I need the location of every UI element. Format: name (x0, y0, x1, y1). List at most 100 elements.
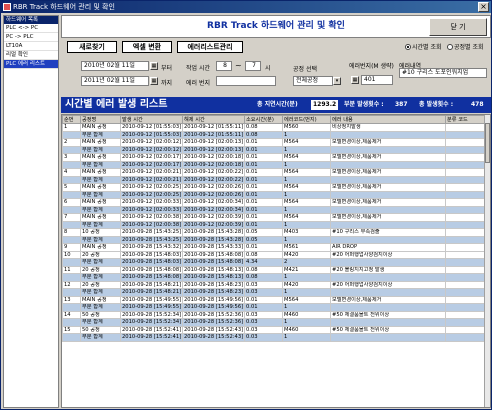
subtotal-row[interactable]: 부분 합계 2010-09-28 [15:48:21] 2010-09-28 [15… (62, 288, 486, 297)
table-cell: 0.01 (244, 183, 283, 192)
subtotal-row[interactable]: 부분 합계 2010-09-12 [02:00:25] 2010-09-12 [02… (62, 190, 486, 199)
table-cell: 0.01 (244, 190, 283, 199)
column-header[interactable]: 순번 (62, 115, 81, 124)
table-cell: M564 (282, 295, 331, 304)
table-cell: 모델변경이상,제품제거 (330, 153, 446, 162)
subtotal-row[interactable]: 부분 합계 2010-09-12 [02:00:21] 2010-09-12 [02… (62, 175, 486, 184)
work-time-to-field[interactable]: 7 (245, 61, 261, 71)
excel-export-button[interactable]: 엑셀 변환 (122, 41, 172, 53)
subtotal-row[interactable]: 부분 합계 2010-09-28 [15:48:08] 2010-09-28 [15… (62, 273, 486, 282)
error-table[interactable]: 순번 공정명 발생 시간 해제 시간 소요시간(분) 에러코드(번지) 에러 내용 분류 코드… (61, 114, 491, 408)
table-row[interactable]: 9 MAIN 공정 2010-09-28 [15:43:32] 2010-09-28 … (62, 243, 486, 252)
table-row[interactable]: 12 20 공정 2010-09-28 [15:48:21] 2010-09-28 [… (62, 280, 486, 289)
table-cell: 2010-09-28 [15:49:56] (182, 295, 245, 304)
table-cell: #50 체결품몰트 전위이상 (330, 325, 446, 334)
table-cell (445, 138, 486, 147)
column-header[interactable]: 에러 내용 (330, 115, 446, 124)
table-cell: 1 (282, 288, 331, 297)
table-cell (62, 318, 81, 327)
table-row[interactable]: 3 MAIN 공정 2010-09-12 [02:00:17] 2010-09-12 … (62, 153, 486, 162)
sidebar-item-plc-pc[interactable]: PLC <-> PC (4, 24, 58, 33)
sidebar-item-lt10a[interactable]: LT10A (4, 42, 58, 51)
column-header[interactable]: 발생 시간 (120, 115, 183, 124)
subtotal-row[interactable]: 부분 합계 2010-09-12 [02:00:12] 2010-09-12 [02… (62, 145, 486, 154)
refresh-button[interactable]: 새로찾기 (67, 41, 117, 53)
table-cell: 1 (282, 145, 331, 154)
table-cell: 부분 합계 (80, 258, 121, 267)
column-header[interactable]: 해제 시간 (182, 115, 245, 124)
sidebar-item-pc-plc[interactable]: PC -> PLC (4, 33, 58, 42)
table-cell: 4.34 (244, 258, 283, 267)
error-content-field[interactable]: #10 구리스 도포인워치업 (399, 68, 487, 78)
subtotal-row[interactable]: 부분 합계 2010-09-12 [02:00:38] 2010-09-12 [02… (62, 220, 486, 229)
table-cell: 2010-09-12 [02:00:17] (120, 160, 183, 169)
end-date-calendar-icon[interactable]: ▦ (150, 77, 158, 85)
subtotal-row[interactable]: 부분 합계 2010-09-12 [02:00:33] 2010-09-12 [02… (62, 205, 486, 214)
filter-panel: 2010년 02월 11일 ▦ 부터 2011년 02월 11일 ▦ 까지 작업… (61, 56, 491, 96)
page-title: RBR Track 하드웨어 관리 및 확인 (207, 21, 345, 31)
table-cell: 2010-09-28 [15:52:43] (182, 325, 245, 334)
table-row[interactable]: 7 MAIN 공정 2010-09-12 [02:00:38] 2010-09-12 … (62, 213, 486, 222)
column-header[interactable]: 에러코드(번지) (282, 115, 331, 124)
chevron-down-icon[interactable]: ▾ (333, 77, 341, 85)
vertical-scrollbar[interactable] (484, 115, 490, 407)
table-cell: 4 (62, 168, 81, 177)
table-cell: M564 (282, 168, 331, 177)
table-row[interactable]: 5 MAIN 공정 2010-09-12 [02:00:25] 2010-09-12 … (62, 183, 486, 192)
subtotal-row[interactable]: 부분 합계 2010-09-12 [02:00:17] 2010-09-12 [02… (62, 160, 486, 169)
address-search-icon[interactable]: ▦ (351, 76, 359, 84)
radio-process-view[interactable]: 공정별 조회 (447, 42, 484, 51)
window-close-button[interactable]: × (478, 2, 489, 12)
table-cell: 0.01 (244, 205, 283, 214)
error-address-field[interactable]: 401 (361, 75, 393, 85)
column-header[interactable]: 공정명 (80, 115, 121, 124)
table-row[interactable]: 13 MAIN 공정 2010-09-28 [15:49:55] 2010-09-28… (62, 295, 486, 304)
subtotal-row[interactable]: 부분 합계 2010-09-12 [01:55:03] 2010-09-12 [01… (62, 130, 486, 139)
table-cell (62, 145, 81, 154)
radio-time-view[interactable]: 시간별 조회 (405, 42, 442, 51)
table-cell: 2010-09-12 [02:00:18] (182, 153, 245, 162)
table-cell: MAIN 공정 (80, 198, 121, 207)
error-code-field[interactable] (216, 76, 276, 86)
work-time-from-field[interactable]: 8 (216, 61, 232, 71)
table-cell: M564 (282, 183, 331, 192)
sidebar-item-plc-error-list[interactable]: PLC 에러 리스트 (4, 60, 58, 69)
end-date-field[interactable]: 2011년 02월 11일 (81, 76, 149, 86)
subtotal-row[interactable]: 부분 합계 2010-09-28 [15:52:41] 2010-09-28 [15… (62, 333, 486, 342)
table-cell: M420 (282, 280, 331, 289)
table-cell: MAIN 공정 (80, 138, 121, 147)
table-cell: 모델변경이상,제품제거 (330, 198, 446, 207)
table-cell (445, 153, 486, 162)
table-row[interactable]: 11 20 공정 2010-09-28 [15:48:08] 2010-09-28 [… (62, 265, 486, 274)
table-row[interactable]: 14 50 공정 2010-09-28 [15:52:34] 2010-09-28 [… (62, 310, 486, 319)
table-row[interactable]: 1 MAIN 공정 2010-09-12 [01:55:03] 2010-09-12 … (62, 123, 486, 132)
table-row[interactable]: 2 MAIN 공정 2010-09-12 [02:00:12] 2010-09-12 … (62, 138, 486, 147)
table-row[interactable]: 4 MAIN 공정 2010-09-12 [02:00:21] 2010-09-12 … (62, 168, 486, 177)
table-cell: 0.03 (244, 318, 283, 327)
table-cell: 2010-09-28 [15:48:08] (120, 273, 183, 282)
process-select[interactable]: 전체공정 (293, 76, 333, 86)
error-list-manage-button[interactable]: 에러리스트관리 (177, 41, 243, 53)
table-row[interactable]: 15 50 공정 2010-09-28 [15:52:41] 2010-09-28 [… (62, 325, 486, 334)
subtotal-row[interactable]: 부분 합계 2010-09-28 [15:43:25] 2010-09-28 [15… (62, 235, 486, 244)
table-cell: 2010-09-28 [15:48:03] (120, 250, 183, 259)
table-row[interactable]: 6 MAIN 공정 2010-09-12 [02:00:33] 2010-09-12 … (62, 198, 486, 207)
close-button[interactable]: 닫 기 (429, 18, 487, 36)
table-row[interactable]: 8 10 공정 2010-09-28 [15:43:25] 2010-09-28 [1… (62, 228, 486, 237)
column-header[interactable]: 분류 코드 (445, 115, 486, 124)
start-date-field[interactable]: 2010년 02월 11일 (81, 61, 149, 71)
column-header[interactable]: 소요시간(분) (244, 115, 283, 124)
table-cell: 0.03 (244, 310, 283, 319)
table-row[interactable]: 10 20 공정 2010-09-28 [15:48:03] 2010-09-28 [… (62, 250, 486, 259)
window-title: RBR Track 하드웨어 관리 및 확인 (13, 3, 115, 11)
start-date-calendar-icon[interactable]: ▦ (150, 62, 158, 70)
subtotal-row[interactable]: 부분 합계 2010-09-28 [15:52:34] 2010-09-28 [15… (62, 318, 486, 327)
sidebar-item-real-check[interactable]: 리얼 확인 (4, 51, 58, 60)
table-cell: 2010-09-28 [15:48:03] (120, 258, 183, 267)
table-cell: #50 체결품몰트 전위이상 (330, 310, 446, 319)
scrollbar-thumb[interactable] (485, 123, 490, 163)
subtotal-row[interactable]: 부분 합계 2010-09-28 [15:48:03] 2010-09-28 [15… (62, 258, 486, 267)
table-cell: 0.05 (244, 235, 283, 244)
table-cell: 2 (62, 138, 81, 147)
subtotal-row[interactable]: 부분 합계 2010-09-28 [15:49:55] 2010-09-28 [15… (62, 303, 486, 312)
